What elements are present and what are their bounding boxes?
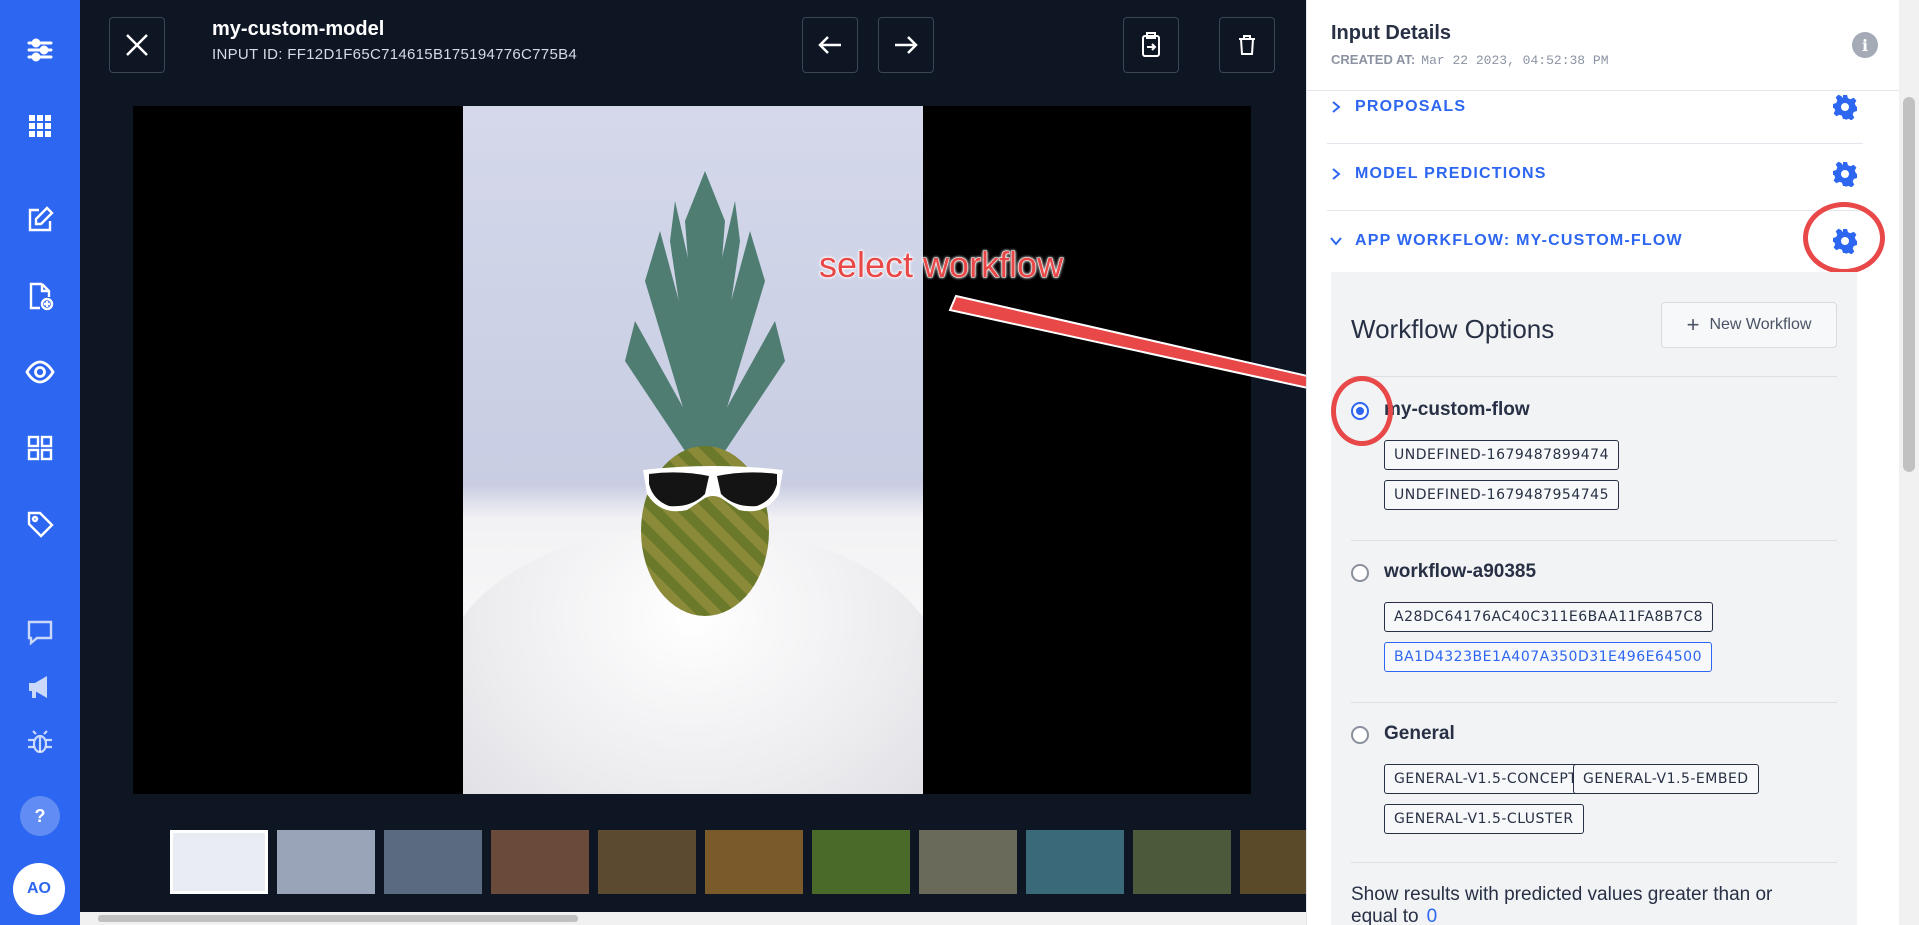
workflow-tag: UNDEFINED-1679487899474: [1384, 440, 1619, 470]
close-button[interactable]: [109, 17, 165, 73]
chevron-right-icon: [1332, 101, 1341, 113]
avatar[interactable]: AO: [13, 863, 65, 915]
workflow-options-box: Workflow Options + New Workflow my-custom…: [1331, 272, 1857, 925]
section-label: PROPOSALS: [1355, 98, 1467, 115]
thumbnail[interactable]: [1026, 830, 1124, 894]
chevron-down-icon: [1330, 237, 1342, 246]
info-icon[interactable]: i: [1852, 32, 1878, 58]
image-stage[interactable]: [133, 106, 1251, 794]
gear-icon[interactable]: [1832, 94, 1858, 120]
thumbnail[interactable]: [598, 830, 696, 894]
created-at-value: Mar 22 2023, 04:52:38 PM: [1421, 53, 1609, 68]
highlight-circle-gear: [1803, 202, 1885, 274]
thumbnail[interactable]: [384, 830, 482, 894]
gear-icon[interactable]: [1832, 161, 1858, 187]
section-label: MODEL PREDICTIONS: [1355, 165, 1547, 182]
thumbnail[interactable]: [919, 830, 1017, 894]
workflow-name: General: [1384, 723, 1455, 744]
vertical-scrollbar[interactable]: [1899, 0, 1919, 925]
workflow-name: my-custom-flow: [1384, 399, 1530, 420]
radio-general[interactable]: [1351, 726, 1369, 744]
thumbnail[interactable]: [170, 830, 268, 894]
plus-icon: +: [1686, 312, 1700, 337]
next-button[interactable]: [878, 17, 934, 73]
thumbnail[interactable]: [277, 830, 375, 894]
prev-button[interactable]: [802, 17, 858, 73]
chat-icon[interactable]: [0, 608, 80, 656]
tag-icon[interactable]: [0, 500, 80, 548]
section-label: APP WORKFLOW: MY-CUSTOM-FLOW: [1355, 232, 1683, 249]
thumbnail[interactable]: [705, 830, 803, 894]
workflow-name: workflow-a90385: [1384, 561, 1537, 582]
delete-button[interactable]: [1219, 17, 1275, 73]
new-workflow-button[interactable]: + New Workflow: [1661, 302, 1837, 348]
chevron-right-icon: [1332, 168, 1341, 180]
section-proposals[interactable]: PROPOSALS: [1327, 78, 1863, 144]
workflow-tag: A28DC64176AC40C311E6BAA11FA8B7C8: [1384, 602, 1714, 632]
threshold-text: Show results with predicted values great…: [1351, 884, 1773, 925]
workflow-options-title: Workflow Options: [1351, 314, 1555, 344]
input-id: INPUT ID: FF12D1F65C714615B175194776C775…: [212, 46, 578, 63]
workflow-tag: GENERAL-V1.5-CLUSTER: [1384, 804, 1584, 834]
workflow-tag: UNDEFINED-1679487954745: [1384, 480, 1619, 510]
panel-title: Input Details: [1331, 22, 1452, 44]
workflow-tag: GENERAL-V1.5-CONCEPT: [1384, 764, 1588, 794]
horizontal-scrollbar[interactable]: [80, 912, 1306, 925]
clipboard-icon: [1142, 32, 1160, 57]
arrow-right-icon: [895, 36, 918, 54]
trash-icon: [1239, 35, 1255, 55]
thumbnail-strip: [170, 830, 1375, 894]
file-add-icon[interactable]: [0, 272, 80, 320]
apps-grid-icon[interactable]: [0, 102, 80, 150]
edit-icon[interactable]: [0, 196, 80, 244]
section-app-workflow[interactable]: APP WORKFLOW: MY-CUSTOM-FLOW: [1327, 212, 1863, 278]
created-at: CREATED AT: Mar 22 2023, 04:52:38 PM: [1331, 52, 1609, 68]
input-viewer: my-custom-model INPUT ID: FF12D1F65C7146…: [80, 0, 1422, 925]
eye-icon[interactable]: [0, 348, 80, 396]
workflow-tag: BA1D4323BE1A407A350D31E496E64500: [1384, 642, 1712, 672]
bug-icon[interactable]: [0, 718, 80, 766]
thumbnail[interactable]: [491, 830, 589, 894]
workflow-tag: GENERAL-V1.5-EMBED: [1573, 764, 1759, 794]
section-model-predictions[interactable]: MODEL PREDICTIONS: [1327, 145, 1863, 211]
megaphone-icon[interactable]: [0, 663, 80, 711]
radio-workflow-a90385[interactable]: [1351, 564, 1369, 582]
thumbnail[interactable]: [812, 830, 910, 894]
dashboard-icon[interactable]: [0, 424, 80, 472]
input-details-panel: Input Details CREATED AT: Mar 22 2023, 04…: [1306, 0, 1900, 925]
help-button[interactable]: ?: [20, 796, 60, 836]
close-icon: [126, 34, 148, 56]
copy-button[interactable]: [1123, 17, 1179, 73]
highlight-circle-radio: [1331, 376, 1393, 446]
input-image: [463, 106, 923, 794]
logo-icon[interactable]: [0, 26, 80, 74]
thumbnail[interactable]: [1133, 830, 1231, 894]
left-nav: ? AO: [0, 0, 80, 925]
model-title: my-custom-model: [212, 18, 385, 40]
threshold-value[interactable]: 0: [1427, 906, 1438, 925]
arrow-left-icon: [818, 36, 841, 54]
